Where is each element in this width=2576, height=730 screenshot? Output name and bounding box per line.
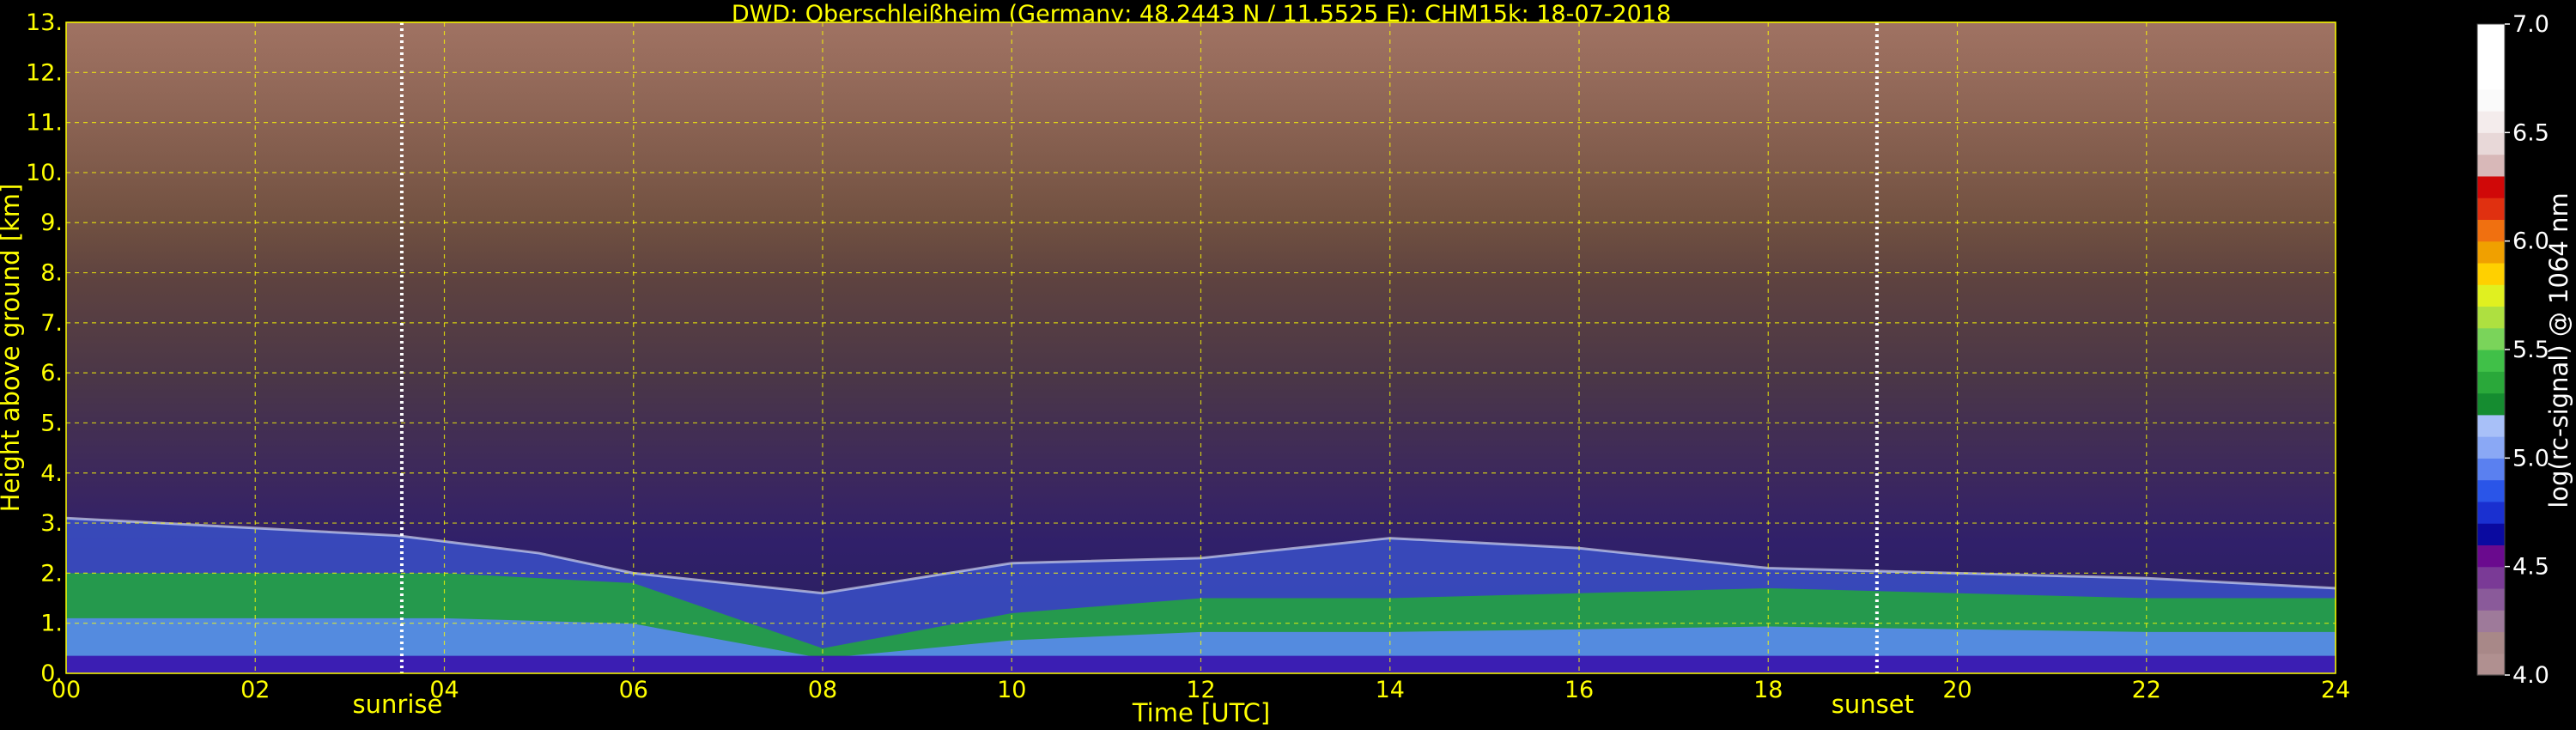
colorbar-swatch: [2477, 392, 2505, 416]
ceilometer-chart: DWD: Oberschleißheim (Germany; 48.2443 N…: [0, 1, 2573, 727]
colorbar-swatch: [2477, 653, 2505, 676]
y-tick-labels: 0. 1. 2. 3. 4. 5. 6. 7. 8. 9. 10. 11. 12. 13.: [26, 9, 63, 687]
colorbar-swatch: [2477, 154, 2505, 177]
colorbar-swatch: [2477, 523, 2505, 545]
y-tick-label: 5.: [40, 410, 63, 436]
x-axis-label: Time [UTC]: [1132, 698, 1270, 727]
colorbar-swatch: [2477, 24, 2505, 46]
x-tick-label: 06: [619, 677, 648, 703]
colorbar-swatch: [2477, 111, 2505, 133]
colorbar-swatch: [2477, 46, 2505, 69]
sunset-label: sunset: [1832, 690, 1914, 719]
x-tick-label: 16: [1564, 677, 1594, 703]
colorbar-tick-label: 4.0: [2512, 662, 2549, 689]
colorbar-swatch: [2477, 262, 2505, 285]
x-tick-label: 24: [2321, 677, 2350, 703]
y-tick-label: 7.: [40, 310, 63, 337]
colorbar-tick-label: 6.5: [2512, 119, 2549, 146]
y-tick-label: 10.: [26, 160, 63, 186]
x-tick-label: 02: [240, 677, 270, 703]
x-tick-label: 22: [2132, 677, 2161, 703]
sunrise-label: sunrise: [353, 690, 443, 719]
y-tick-label: 1.: [40, 611, 63, 637]
colorbar-label: log(rc-signal) @ 1064 nm: [2544, 192, 2573, 508]
colorbar-swatch: [2477, 436, 2505, 459]
colorbar-swatch: [2477, 88, 2505, 112]
x-tick-label: 18: [1753, 677, 1783, 703]
colorbar-swatch: [2477, 219, 2505, 242]
y-tick-label: 8.: [40, 260, 63, 287]
x-tick-label: 08: [808, 677, 837, 703]
colorbar-swatch: [2477, 631, 2505, 654]
colorbar-swatch: [2477, 240, 2505, 264]
colorbar-swatch: [2477, 610, 2505, 633]
colorbar-swatch: [2477, 587, 2505, 611]
colorbar-swatch: [2477, 198, 2505, 220]
colorbar-swatch: [2477, 306, 2505, 329]
colorbar-swatch: [2477, 371, 2505, 394]
colorbar-swatch: [2477, 350, 2505, 372]
y-tick-label: 12.: [26, 59, 63, 86]
y-tick-label: 13.: [26, 9, 63, 36]
colorbar-swatch: [2477, 327, 2505, 350]
colorbar: [2476, 23, 2506, 676]
y-axis-label: Height above ground [km]: [0, 184, 25, 513]
colorbar-swatch: [2477, 67, 2505, 90]
x-tick-label: 10: [997, 677, 1026, 703]
y-tick-label: 11.: [26, 110, 63, 137]
colorbar-swatch: [2477, 544, 2505, 568]
y-tick-label: 3.: [40, 510, 63, 537]
colorbar-swatch: [2477, 566, 2505, 589]
colorbar-swatch: [2477, 479, 2505, 502]
y-tick-label: 2.: [40, 560, 63, 587]
colorbar-swatch: [2477, 132, 2505, 155]
colorbar-swatch: [2477, 414, 2505, 437]
y-tick-label: 4.: [40, 460, 63, 487]
colorbar-tick-labels: 4.04.55.05.56.06.57.0: [2505, 11, 2549, 689]
colorbar-tick-label: 4.5: [2512, 554, 2549, 581]
y-tick-label: 0.: [40, 660, 63, 687]
colorbar-tick-label: 7.0: [2512, 11, 2549, 38]
colorbar-swatch: [2477, 458, 2505, 481]
x-tick-label: 20: [1942, 677, 1971, 703]
colorbar-swatch: [2477, 175, 2505, 198]
colorbar-swatch: [2477, 501, 2505, 524]
x-tick-label: 14: [1376, 677, 1405, 703]
y-tick-label: 9.: [40, 210, 63, 236]
colorbar-swatch: [2477, 284, 2505, 307]
y-tick-label: 6.: [40, 360, 63, 386]
